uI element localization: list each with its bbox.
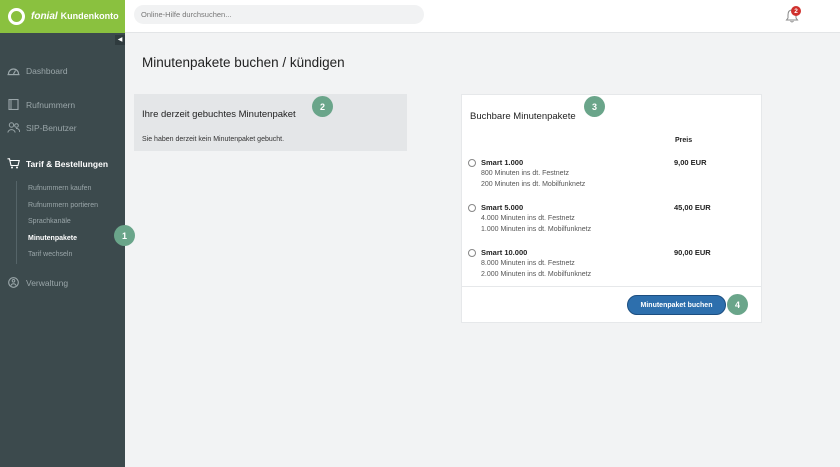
sidebar-item-rufnummern[interactable]: Rufnummern (7, 99, 75, 110)
package-price: 90,00 EUR (674, 248, 711, 257)
search-input[interactable] (134, 5, 424, 24)
submenu-item-rufnummern-portieren[interactable]: Rufnummern portieren (17, 198, 98, 215)
page-title: Minutenpakete buchen / kündigen (142, 55, 345, 70)
bookable-packages-card: Buchbare Minutenpakete Preis Smart 1.000… (461, 94, 762, 323)
submenu-item-sprachkanaele[interactable]: Sprachkanäle (17, 214, 98, 231)
brand-logo[interactable]: fonial Kundenkonto (0, 0, 125, 33)
collapse-sidebar-button[interactable]: ◀ (115, 35, 125, 45)
package-detail-mobile: 2.000 Minuten ins dt. Mobilfunknetz (481, 271, 592, 278)
submenu-item-rufnummern-kaufen[interactable]: Rufnummern kaufen (17, 181, 98, 198)
settings-icon (7, 277, 20, 288)
package-price: 45,00 EUR (674, 203, 711, 212)
dashboard-icon (7, 65, 20, 76)
notification-badge: 2 (791, 6, 801, 16)
package-radio[interactable] (468, 159, 476, 167)
sidebar-item-sip-benutzer[interactable]: SIP-Benutzer (7, 122, 77, 133)
package-price: 9,00 EUR (674, 158, 707, 167)
sidebar-item-label: Verwaltung (26, 277, 69, 288)
cart-icon (7, 158, 20, 169)
step-badge-2: 2 (312, 96, 333, 117)
package-detail-mobile: 1.000 Minuten ins dt. Mobilfunknetz (481, 226, 592, 233)
users-icon (7, 122, 20, 133)
sidebar-submenu: Rufnummern kaufen Rufnummern portieren S… (16, 181, 98, 264)
step-badge-1: 1 (114, 225, 135, 246)
logo-ring-icon (8, 8, 25, 25)
price-column-header: Preis (675, 137, 693, 144)
package-radio[interactable] (468, 204, 476, 212)
submenu-item-minutenpakete[interactable]: Minutenpakete (17, 231, 98, 248)
step-badge-4: 4 (727, 294, 748, 315)
sidebar-item-label: Tarif & Bestellungen (26, 158, 109, 169)
sidebar-item-dashboard[interactable]: Dashboard (7, 65, 68, 76)
package-detail-landline: 800 Minuten ins dt. Festnetz (481, 170, 569, 177)
sidebar-item-label: SIP-Benutzer (26, 122, 77, 133)
sidebar-item-label: Rufnummern (26, 99, 76, 110)
package-name: Smart 10.000 (481, 248, 528, 257)
package-detail-landline: 8.000 Minuten ins dt. Festnetz (481, 260, 575, 267)
top-header: fonialKundenkonto 2 (0, 0, 840, 33)
package-name: Smart 5.000 (481, 203, 524, 212)
book-package-button[interactable]: Minutenpaket buchen (627, 295, 726, 315)
package-radio[interactable] (468, 249, 476, 257)
phone-book-icon (7, 99, 20, 110)
current-package-heading: Ihre derzeit gebuchtes Minutenpaket (142, 109, 296, 120)
card-divider (462, 286, 761, 287)
sidebar-item-tarif-bestellungen[interactable]: Tarif & Bestellungen (7, 158, 108, 169)
sidebar-item-verwaltung[interactable]: Verwaltung (7, 277, 68, 288)
submenu-item-tarif-wechseln[interactable]: Tarif wechseln (17, 247, 98, 264)
brand-text: fonial Kundenkonto (31, 11, 119, 22)
current-package-text: Sie haben derzeit kein Minutenpaket gebu… (142, 136, 285, 143)
bookable-packages-heading: Buchbare Minutenpakete (470, 111, 576, 122)
current-package-panel: Ihre derzeit gebuchtes Minutenpaket Sie … (134, 94, 407, 151)
sidebar-item-label: Dashboard (26, 65, 68, 76)
package-detail-landline: 4.000 Minuten ins dt. Festnetz (481, 215, 575, 222)
step-badge-3: 3 (584, 96, 605, 117)
package-name: Smart 1.000 (481, 158, 524, 167)
sidebar: ◀ Dashboard Rufnummern SIP-Benutzer Tari… (0, 33, 125, 467)
package-detail-mobile: 200 Minuten ins dt. Mobilfunknetz (481, 181, 586, 188)
